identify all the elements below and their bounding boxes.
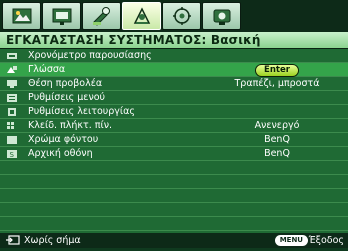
tab-system-setup[interactable] xyxy=(122,2,161,30)
menu-settings-icon xyxy=(7,94,17,102)
menu-item-label: Κλείδ. πλήκτ. πίν. xyxy=(28,120,113,131)
information-icon xyxy=(213,9,230,25)
timer-icon xyxy=(7,52,17,60)
status-bar: Χωρίς σήμα MENU Έξοδος xyxy=(0,233,348,248)
menu-item-label: Χρονόμετρο παρουσίασης xyxy=(28,50,152,61)
tab-advanced[interactable] xyxy=(162,2,201,30)
menu-key-badge[interactable]: MENU xyxy=(274,235,308,246)
menu-item-label: Αρχική οθόνη xyxy=(28,148,93,159)
empty-row xyxy=(0,217,348,231)
menu-item-language[interactable]: Γλώσσα Enter xyxy=(0,63,348,77)
exit-label: Έξοδος xyxy=(308,235,344,246)
menu-item-label: Θέση προβολέα xyxy=(28,78,103,89)
tab-information[interactable] xyxy=(202,2,241,30)
menu-item-value: Ανενεργό xyxy=(254,120,300,131)
system-setup-icon xyxy=(133,7,150,24)
menu-list: Χρονόμετρο παρουσίασης Γλώσσα Enter Θέση… xyxy=(0,49,348,233)
background-color-icon xyxy=(7,136,17,144)
empty-row xyxy=(0,175,348,189)
operation-settings-icon xyxy=(7,108,17,116)
input-source-icon xyxy=(6,235,20,246)
menu-item-presentation-timer[interactable]: Χρονόμετρο παρουσίασης xyxy=(0,49,348,63)
svg-text:S: S xyxy=(10,151,15,158)
menu-item-label: Ρυθμίσεις λειτουργίας xyxy=(28,106,135,117)
display-icon xyxy=(52,8,71,25)
splash-screen-icon: S xyxy=(7,150,17,158)
advanced-icon xyxy=(172,7,191,25)
page-title: ΕΓΚΑΤΑΣΤΑΣΗ ΣΥΣΤΗΜΑΤΟΣ: Βασική xyxy=(0,32,348,49)
empty-row xyxy=(0,189,348,203)
menu-item-projector-position[interactable]: Θέση προβολέα Τραπέζι, μπροστά xyxy=(0,77,348,91)
menu-item-value: BenQ xyxy=(264,134,290,145)
menu-item-splash-screen[interactable]: S Αρχική οθόνη BenQ xyxy=(0,147,348,161)
picture-icon xyxy=(12,8,31,24)
source-status: Χωρίς σήμα xyxy=(24,235,81,246)
tab-display[interactable] xyxy=(42,2,81,30)
tab-picture[interactable] xyxy=(2,2,41,30)
menu-item-value: BenQ xyxy=(264,148,290,159)
projector-position-icon xyxy=(7,80,17,88)
menu-tabs xyxy=(0,0,348,32)
menu-item-label: Γλώσσα xyxy=(28,64,66,75)
panel-key-lock-icon xyxy=(7,122,17,130)
menu-item-label: Χρώμα φόντου xyxy=(28,134,99,145)
menu-item-value: Τραπέζι, μπροστά xyxy=(234,78,320,89)
menu-item-background-color[interactable]: Χρώμα φόντου BenQ xyxy=(0,133,348,147)
menu-item-operation-settings[interactable]: Ρυθμίσεις λειτουργίας xyxy=(0,105,348,119)
empty-row xyxy=(0,203,348,217)
menu-item-panel-key-lock[interactable]: Κλείδ. πλήκτ. πίν. Ανενεργό xyxy=(0,119,348,133)
menu-item-value-container: Enter xyxy=(210,63,344,77)
menu-item-label: Ρυθμίσεις μενού xyxy=(28,92,106,103)
language-icon xyxy=(7,66,17,74)
projector-osd: ΕΓΚΑΤΑΣΤΑΣΗ ΣΥΣΤΗΜΑΤΟΣ: Βασική Χρονόμετρ… xyxy=(0,0,348,248)
empty-row xyxy=(0,161,348,175)
menu-item-menu-settings[interactable]: Ρυθμίσεις μενού xyxy=(0,91,348,105)
enter-button[interactable]: Enter xyxy=(255,64,299,77)
tab-settings-basic[interactable] xyxy=(82,2,121,30)
settings-basic-icon xyxy=(92,7,110,26)
